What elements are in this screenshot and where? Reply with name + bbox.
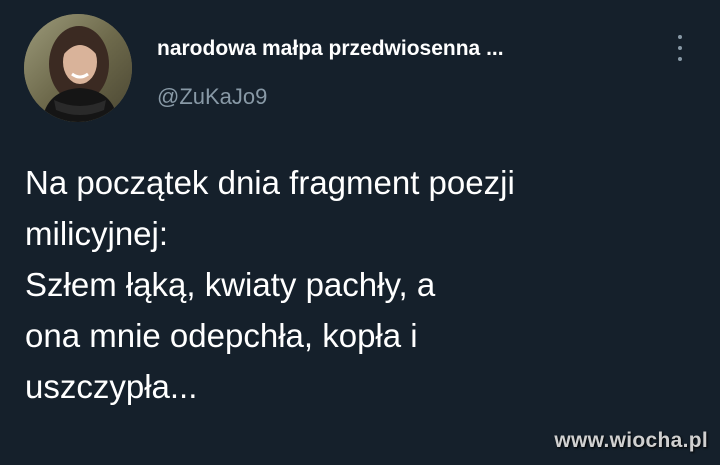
author-handle[interactable]: @ZuKaJo9 — [157, 84, 267, 110]
tweet-text-line: Na początek dnia fragment poezji — [25, 164, 515, 201]
tweet-text: Na początek dnia fragment poezji milicyj… — [25, 157, 695, 412]
tweet-card: narodowa małpa przedwiosenna ... @ZuKaJo… — [0, 0, 720, 465]
tweet-text-line: milicyjnej: — [25, 215, 169, 252]
more-dot — [678, 57, 682, 61]
author-display-name[interactable]: narodowa małpa przedwiosenna ... — [157, 37, 504, 61]
tweet-text-line: Szłem łąką, kwiaty pachły, a — [25, 266, 436, 303]
watermark: www.wiocha.pl — [554, 429, 708, 452]
tweet-text-line: uszczypła... — [25, 368, 198, 405]
tweet-text-line: ona mnie odepchła, kopła i — [25, 317, 418, 354]
more-dot — [678, 35, 682, 39]
avatar[interactable] — [24, 14, 132, 122]
more-options-icon[interactable] — [668, 35, 692, 61]
avatar-photo — [24, 14, 132, 122]
more-dot — [678, 46, 682, 50]
